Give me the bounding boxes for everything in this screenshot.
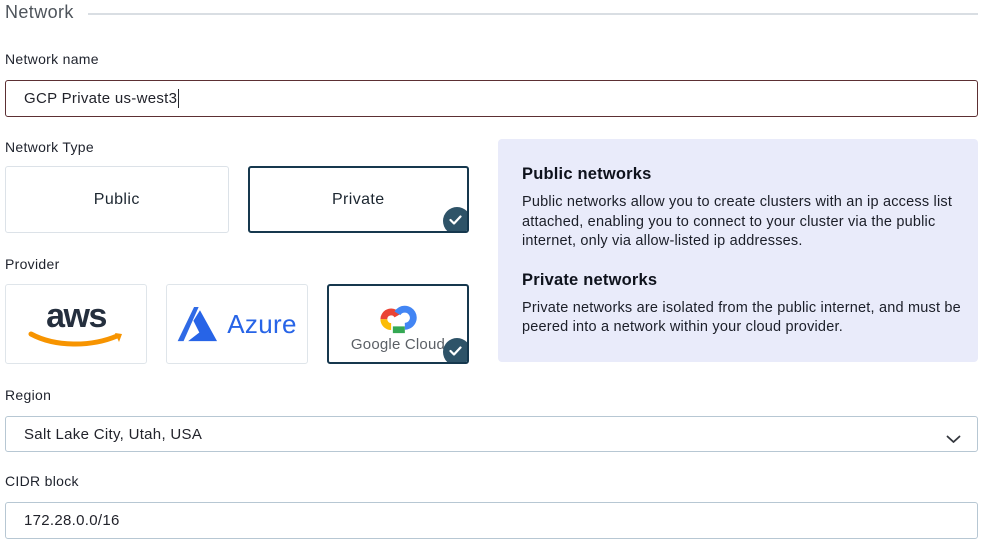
network-form: Network Network name GCP Private us-west… — [0, 0, 983, 541]
network-info-panel: Public networks Public networks allow yo… — [498, 139, 978, 362]
region-field: Region Salt Lake City, Utah, USA — [5, 387, 978, 452]
section-divider — [88, 13, 978, 15]
network-type-option-label: Public — [94, 191, 140, 209]
check-icon — [443, 338, 469, 364]
options-column: Network Type Public Private Provider — [5, 139, 469, 364]
chevron-down-icon — [946, 431, 961, 448]
azure-triangle-icon — [177, 305, 219, 343]
google-cloud-cloud-icon — [374, 295, 422, 335]
info-body: Private networks are isolated from the p… — [522, 299, 972, 338]
network-type-options: Public Private — [5, 166, 469, 233]
aws-logo-icon: aws — [27, 301, 125, 349]
network-name-field: Network name GCP Private us-west3 — [5, 51, 978, 117]
network-name-input[interactable]: GCP Private us-west3 — [5, 80, 978, 117]
text-caret — [178, 89, 179, 108]
check-icon — [443, 207, 469, 233]
network-type-option-label: Private — [332, 191, 385, 209]
azure-wordmark: Azure — [227, 309, 296, 340]
network-name-label: Network name — [5, 51, 978, 67]
provider-option-azure[interactable]: Azure — [166, 284, 308, 364]
provider-field: Provider aws — [5, 256, 469, 364]
info-section-public: Public networks Public networks allow yo… — [522, 165, 954, 252]
region-value: Salt Lake City, Utah, USA — [24, 426, 202, 443]
page-title: Network — [5, 2, 74, 23]
network-type-field: Network Type Public Private — [5, 139, 469, 233]
provider-option-google-cloud[interactable]: Google Cloud — [327, 284, 469, 364]
cidr-value: 172.28.0.0/16 — [24, 512, 120, 529]
aws-swoosh-icon — [27, 331, 125, 349]
network-type-option-private[interactable]: Private — [248, 166, 470, 233]
region-select[interactable]: Salt Lake City, Utah, USA — [5, 416, 978, 452]
provider-label: Provider — [5, 256, 469, 272]
provider-option-aws[interactable]: aws — [5, 284, 147, 364]
section-header: Network — [5, 2, 978, 23]
network-type-label: Network Type — [5, 139, 469, 155]
google-cloud-wordmark: Google Cloud — [351, 336, 445, 353]
provider-options: aws Azure — [5, 284, 469, 364]
info-heading: Private networks — [522, 271, 954, 290]
azure-logo-icon: Azure — [177, 305, 296, 343]
cidr-label: CIDR block — [5, 473, 978, 489]
info-section-private: Private networks Private networks are is… — [522, 271, 954, 338]
aws-wordmark: aws — [46, 301, 106, 331]
region-label: Region — [5, 387, 978, 403]
cidr-field: CIDR block 172.28.0.0/16 — [5, 473, 978, 539]
info-body: Public networks allow you to create clus… — [522, 193, 972, 252]
info-heading: Public networks — [522, 165, 954, 184]
network-options-row: Network Type Public Private Provider — [5, 139, 978, 364]
cidr-input[interactable]: 172.28.0.0/16 — [5, 502, 978, 539]
google-cloud-logo-icon: Google Cloud — [351, 295, 445, 353]
network-type-option-public[interactable]: Public — [5, 166, 229, 233]
network-name-value: GCP Private us-west3 — [24, 90, 177, 107]
